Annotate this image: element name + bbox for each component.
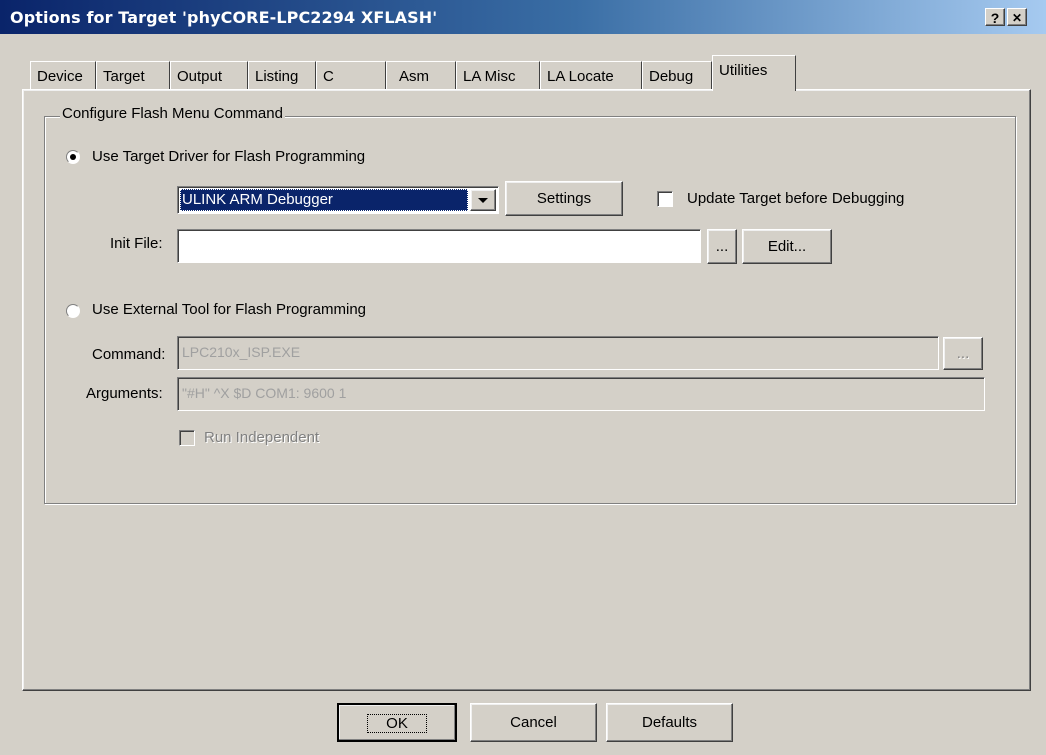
tab-la-locate[interactable]: LA Locate: [540, 61, 642, 89]
external-tool-label[interactable]: Use External Tool for Flash Programming: [92, 301, 366, 318]
tab-utilities[interactable]: Utilities: [712, 55, 796, 91]
tab-label: Output: [177, 68, 223, 85]
target-driver-label[interactable]: Use Target Driver for Flash Programming: [92, 148, 365, 165]
run-independent-checkbox[interactable]: [179, 430, 195, 446]
edit-button[interactable]: Edit...: [742, 229, 832, 264]
tab-label: Utilities: [719, 62, 768, 79]
tab-asm[interactable]: Asm: [386, 61, 456, 89]
tab-output[interactable]: Output: [170, 61, 248, 89]
flash-group-legend: Configure Flash Menu Command: [60, 105, 285, 122]
update-target-checkbox[interactable]: [657, 191, 673, 207]
cancel-button[interactable]: Cancel: [470, 703, 597, 742]
driver-select-value: ULINK ARM Debugger: [180, 189, 468, 211]
tab-label: Listing: [255, 68, 299, 85]
command-browse-button[interactable]: ...: [943, 337, 983, 370]
tab-label: C: [323, 68, 334, 85]
tab-target[interactable]: Target: [96, 61, 170, 89]
init-file-label: Init File:: [110, 235, 163, 252]
arguments-label: Arguments:: [86, 385, 163, 402]
defaults-button[interactable]: Defaults: [606, 703, 733, 742]
tab-listing[interactable]: Listing: [248, 61, 316, 89]
tab-debug[interactable]: Debug: [642, 61, 712, 89]
command-label: Command:: [92, 346, 166, 363]
tab-label: Asm: [399, 68, 429, 85]
chevron-down-icon[interactable]: [470, 189, 496, 211]
help-button[interactable]: ?: [985, 8, 1005, 26]
window-title: Options for Target 'phyCORE-LPC2294 XFLA…: [10, 8, 438, 27]
settings-button[interactable]: Settings: [505, 181, 623, 216]
ok-label: OK: [367, 714, 427, 733]
init-file-input[interactable]: [177, 229, 701, 263]
driver-select[interactable]: ULINK ARM Debugger: [177, 186, 499, 214]
command-input[interactable]: LPC210x_ISP.EXE: [177, 336, 939, 370]
close-button[interactable]: ✕: [1007, 8, 1027, 26]
run-independent-label[interactable]: Run Independent: [204, 429, 319, 446]
tab-label: Device: [37, 68, 83, 85]
ok-button[interactable]: OK: [337, 703, 457, 742]
title-bar: Options for Target 'phyCORE-LPC2294 XFLA…: [0, 0, 1046, 34]
tab-c[interactable]: C: [316, 61, 386, 89]
init-file-browse-button[interactable]: ...: [707, 229, 737, 264]
tab-label: Debug: [649, 68, 694, 85]
tab-label: Target: [103, 68, 145, 85]
target-driver-radio[interactable]: [66, 150, 80, 164]
external-tool-radio[interactable]: [66, 304, 80, 318]
tab-la-misc[interactable]: LA Misc: [456, 61, 540, 89]
arguments-input[interactable]: "#H" ^X $D COM1: 9600 1: [177, 377, 985, 411]
update-target-label[interactable]: Update Target before Debugging: [687, 190, 904, 207]
tab-label: LA Misc: [463, 68, 516, 85]
tab-device[interactable]: Device: [30, 61, 96, 89]
tab-label: LA Locate: [547, 68, 614, 85]
radio-dot: [70, 154, 76, 160]
